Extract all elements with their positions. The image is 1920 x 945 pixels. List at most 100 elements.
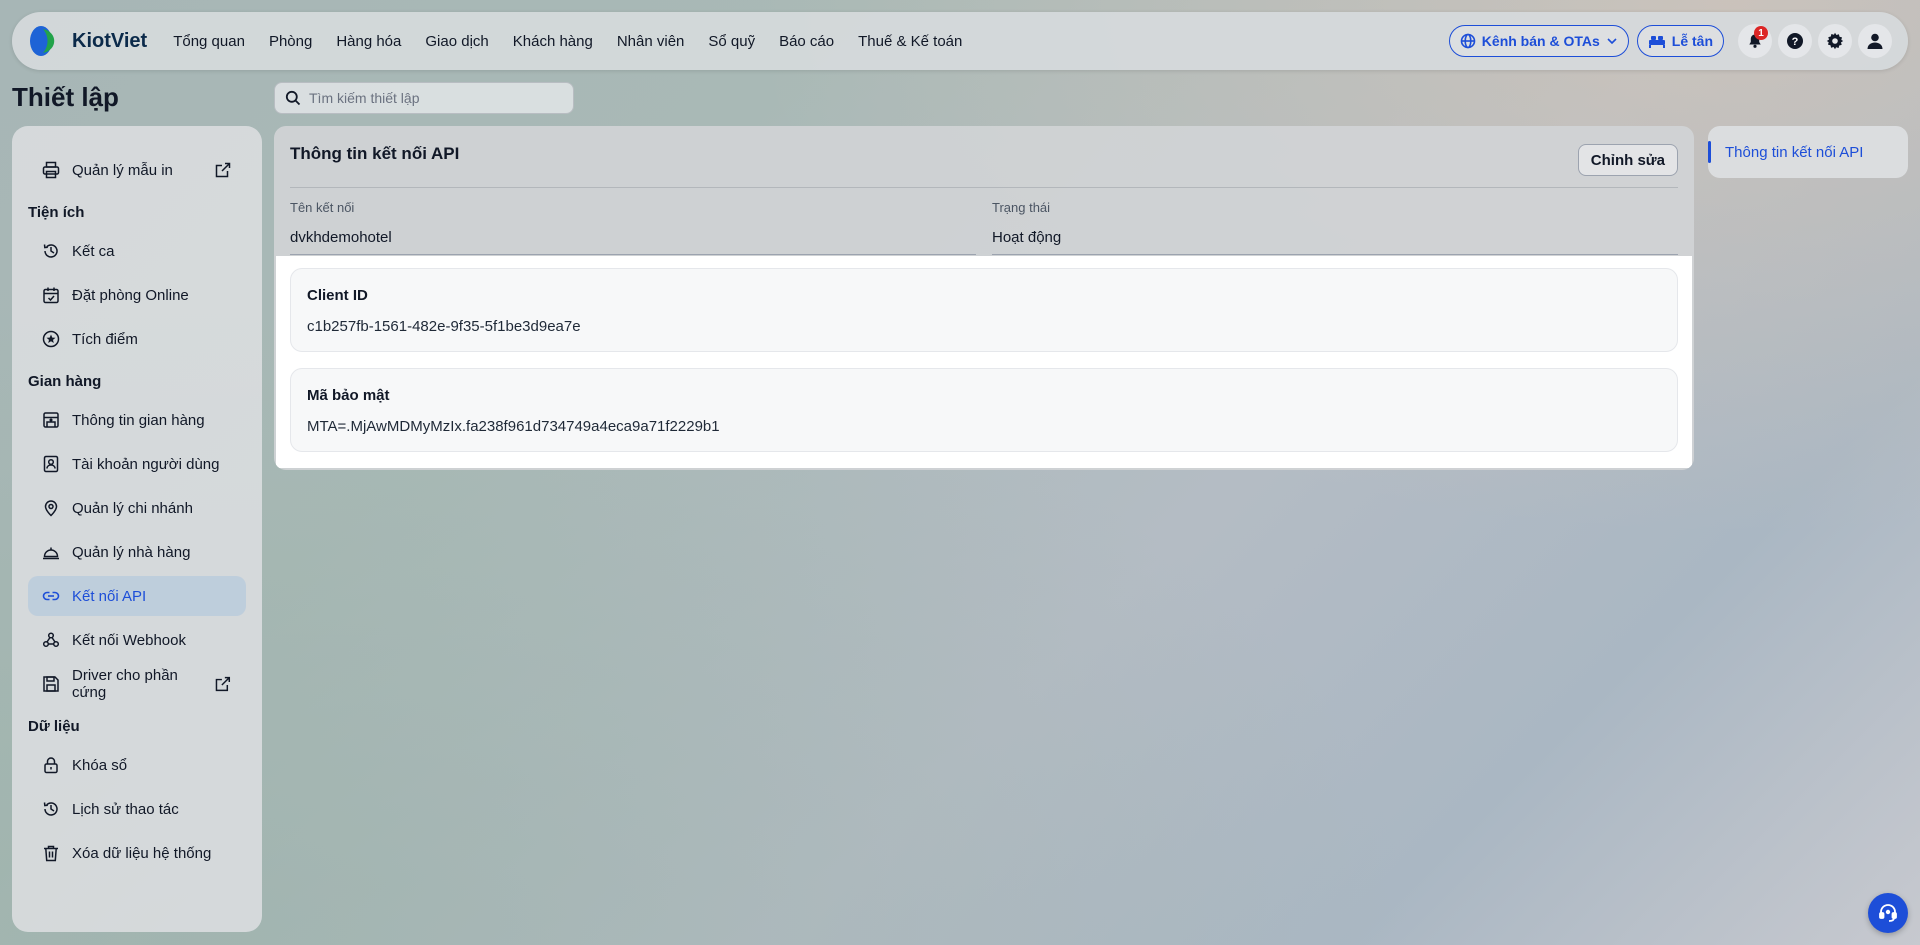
menu-item-transactions[interactable]: Giao dịch <box>425 33 488 50</box>
sidebar-item-restaurants[interactable]: Quản lý nhà hàng <box>28 532 246 572</box>
search-input[interactable] <box>309 90 559 106</box>
sidebar-item-webhook[interactable]: Kết nối Webhook <box>28 620 246 660</box>
history-icon <box>43 244 58 258</box>
sidebar-item-label: Đặt phòng Online <box>72 286 189 304</box>
top-navigation: KiotViet Tổng quan Phòng Hàng hóa Giao d… <box>12 12 1908 70</box>
store-icon <box>43 412 59 428</box>
sidebar-item-label: Driver cho phần cứng <box>72 667 178 701</box>
sidebar-item-label: Quản lý chi nhánh <box>72 499 193 517</box>
status-label: Trạng thái <box>992 200 1051 215</box>
menu-item-customers[interactable]: Khách hàng <box>513 33 593 50</box>
sidebar-item-delete-data[interactable]: Xóa dữ liệu hệ thống <box>28 833 246 873</box>
page-title: Thiết lập <box>12 82 119 112</box>
main-menu: Tổng quan Phòng Hàng hóa Giao dịch Khách… <box>173 33 986 50</box>
sidebar-section-data: Dữ liệu <box>28 718 80 735</box>
client-id-value[interactable]: c1b257fb-1561-482e-9f35-5f1be3d9ea7e <box>307 318 1661 335</box>
client-id-box: Client ID c1b257fb-1561-482e-9f35-5f1be3… <box>290 268 1678 352</box>
settings-button[interactable] <box>1818 24 1852 58</box>
notification-count-badge: 1 <box>1754 26 1768 40</box>
sidebar-item-label: Lịch sử thao tác <box>72 800 179 818</box>
secret-key-value[interactable]: MTA=.MjAwMDMyMzIx.fa238f961d734749a4eca9… <box>307 418 1661 435</box>
menu-item-tax-accounting[interactable]: Thuế & Kế toán <box>858 33 962 50</box>
star-badge-icon <box>42 330 60 348</box>
search-icon <box>285 90 301 106</box>
sidebar-item-activity-log[interactable]: Lịch sử thao tác <box>28 789 246 829</box>
sidebar-item-online-booking[interactable]: Đặt phòng Online <box>28 275 246 315</box>
help-button[interactable]: ? <box>1778 24 1812 58</box>
connection-name-label: Tên kết nối <box>290 200 355 215</box>
sidebar-item-label: Kết nối Webhook <box>72 631 186 649</box>
location-pin-icon <box>44 500 58 517</box>
toc-active-indicator <box>1708 141 1711 163</box>
brand-logo[interactable]: KiotViet <box>28 24 147 58</box>
menu-item-goods[interactable]: Hàng hóa <box>336 33 401 50</box>
api-connection-card: Thông tin kết nối API Chỉnh sửa Tên kết … <box>274 126 1694 470</box>
account-button[interactable] <box>1858 24 1892 58</box>
floppy-disk-icon <box>43 676 59 692</box>
status-value: Hoạt động <box>992 229 1062 246</box>
history-icon <box>43 802 58 816</box>
menu-item-staff[interactable]: Nhân viên <box>617 33 685 50</box>
link-icon <box>42 591 60 601</box>
sidebar-item-api-connection[interactable]: Kết nối API <box>28 576 246 616</box>
table-of-contents: Thông tin kết nối API <box>1708 126 1908 178</box>
connection-name-value: dvkhdemohotel <box>290 229 392 246</box>
user-card-icon <box>43 455 59 473</box>
help-icon: ? <box>1787 33 1803 49</box>
toc-link-api-info[interactable]: Thông tin kết nối API <box>1725 144 1863 161</box>
user-icon <box>1867 33 1883 49</box>
sales-channels-label: Kênh bán & OTAs <box>1481 33 1600 49</box>
menu-item-overview[interactable]: Tổng quan <box>173 33 245 50</box>
sidebar-item-label: Thông tin gian hàng <box>72 411 205 429</box>
sidebar-item-shift-close[interactable]: Kết ca <box>28 231 246 271</box>
menu-item-reports[interactable]: Báo cáo <box>779 33 834 50</box>
sidebar-item-label: Quản lý nhà hàng <box>72 543 191 561</box>
sales-channels-dropdown[interactable]: Kênh bán & OTAs <box>1448 25 1629 57</box>
headset-icon <box>1879 904 1897 922</box>
calendar-check-icon <box>43 287 59 304</box>
sidebar-item-branches[interactable]: Quản lý chi nhánh <box>28 488 246 528</box>
credentials-panel: Client ID c1b257fb-1561-482e-9f35-5f1be3… <box>276 256 1692 468</box>
field-underline <box>992 254 1678 255</box>
globe-icon <box>1460 33 1476 49</box>
sidebar-item-label: Xóa dữ liệu hệ thống <box>72 844 212 862</box>
sidebar-item-label: Quản lý mẫu in <box>72 161 173 179</box>
kiotviet-logo-icon <box>28 24 62 58</box>
brand-name: KiotViet <box>72 29 148 52</box>
sidebar-item-label: Khóa sổ <box>72 756 128 774</box>
notifications-button[interactable]: 1 <box>1738 24 1772 58</box>
sidebar-item-loyalty-points[interactable]: Tích điểm <box>28 319 246 359</box>
settings-sidebar: Quản lý mẫu in Tiện ích Kết ca Đặt phòng… <box>12 126 262 932</box>
webhook-icon <box>42 632 60 648</box>
menu-item-rooms[interactable]: Phòng <box>269 33 312 50</box>
sidebar-item-lock-books[interactable]: Khóa sổ <box>28 745 246 785</box>
field-underline <box>290 254 976 255</box>
sidebar-section-store: Gian hàng <box>28 373 102 390</box>
sidebar-item-hardware-driver[interactable]: Driver cho phần cứng <box>28 664 246 704</box>
external-link-icon <box>215 676 231 692</box>
reception-label: Lễ tân <box>1671 33 1713 49</box>
edit-button[interactable]: Chỉnh sửa <box>1577 144 1678 176</box>
sidebar-item-label: Tài khoản người dùng <box>72 455 220 473</box>
sidebar-item-label: Tích điểm <box>72 330 138 348</box>
support-chat-button[interactable] <box>1868 893 1908 933</box>
connection-name-field: Tên kết nối dvkhdemohotel <box>290 200 976 255</box>
sidebar-item-print-templates[interactable]: Quản lý mẫu in <box>28 150 246 190</box>
sidebar-item-label: Kết nối API <box>72 587 147 605</box>
svg-text:?: ? <box>1792 36 1799 48</box>
lock-icon <box>44 757 58 774</box>
sidebar-item-label: Kết ca <box>72 242 115 260</box>
divider <box>290 187 1678 188</box>
sidebar-item-store-info[interactable]: Thông tin gian hàng <box>28 400 246 440</box>
bed-icon <box>1648 36 1665 48</box>
secret-key-label: Mã bảo mật <box>307 387 390 404</box>
gear-icon <box>1826 32 1844 50</box>
chevron-down-icon <box>1607 38 1617 45</box>
sidebar-section-utilities: Tiện ích <box>28 204 85 221</box>
sidebar-item-user-accounts[interactable]: Tài khoản người dùng <box>28 444 246 484</box>
client-id-label: Client ID <box>307 287 368 304</box>
settings-search[interactable] <box>274 82 574 114</box>
printer-icon <box>42 161 60 179</box>
menu-item-cashbook[interactable]: Sổ quỹ <box>708 33 755 50</box>
reception-button[interactable]: Lễ tân <box>1636 25 1724 57</box>
